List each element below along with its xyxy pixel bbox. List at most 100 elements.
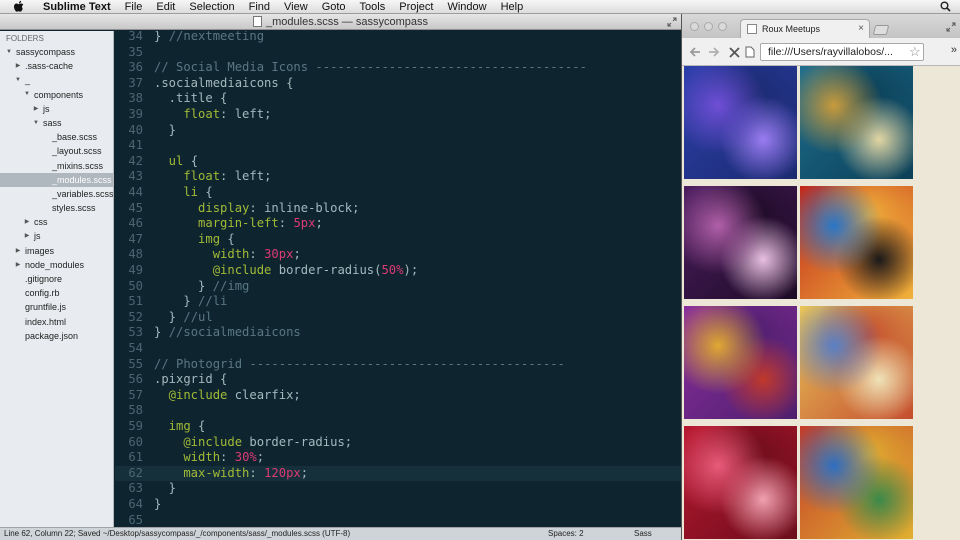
- code-line[interactable]: 50 } //img: [115, 279, 681, 295]
- menu-edit[interactable]: Edit: [149, 0, 182, 14]
- tree-folder[interactable]: ▶ js: [0, 229, 113, 243]
- browser-tab[interactable]: Roux Meetups ×: [740, 19, 870, 38]
- tree-file[interactable]: gruntfile.js: [0, 300, 113, 314]
- code-line[interactable]: 41: [115, 138, 681, 154]
- code-line[interactable]: 37 .socialmediaicons {: [115, 76, 681, 92]
- disclosure-closed-icon[interactable]: ▶: [23, 229, 31, 243]
- tree-file[interactable]: styles.scss: [0, 201, 113, 215]
- tree-folder[interactable]: ▼ sass: [0, 116, 113, 130]
- tree-file[interactable]: _modules.scss: [0, 172, 113, 187]
- disclosure-open-icon[interactable]: ▼: [23, 88, 31, 102]
- tab-close-icon[interactable]: ×: [858, 23, 864, 34]
- code-line[interactable]: 53} //socialmediaicons: [115, 325, 681, 341]
- menu-find[interactable]: Find: [242, 0, 277, 14]
- toolbar-overflow-icon[interactable]: »: [951, 44, 957, 56]
- code-line[interactable]: 38 .title {: [115, 91, 681, 107]
- code-line[interactable]: 61 width: 30%;: [115, 450, 681, 466]
- fullscreen-icon[interactable]: [946, 19, 956, 32]
- code-line[interactable]: 54: [115, 341, 681, 357]
- disclosure-open-icon[interactable]: ▼: [32, 116, 40, 130]
- code-line[interactable]: 57 @include clearfix;: [115, 388, 681, 404]
- new-tab-button[interactable]: [872, 25, 890, 35]
- tree-file[interactable]: _layout.scss: [0, 144, 113, 158]
- tree-folder[interactable]: ▶ css: [0, 215, 113, 229]
- disclosure-closed-icon[interactable]: ▶: [14, 258, 22, 272]
- code-token: }: [154, 31, 169, 43]
- spotlight-search-icon[interactable]: [938, 0, 952, 14]
- code-line[interactable]: 51 } //li: [115, 294, 681, 310]
- code-line[interactable]: 55 // Photogrid -------------------------…: [115, 357, 681, 373]
- tree-folder[interactable]: ▼ components: [0, 88, 113, 102]
- menu-view[interactable]: View: [277, 0, 315, 14]
- tree-file[interactable]: .gitignore: [0, 272, 113, 286]
- tree-file[interactable]: package.json: [0, 329, 113, 343]
- tree-file[interactable]: _mixins.scss: [0, 159, 113, 173]
- disclosure-open-icon[interactable]: ▼: [14, 73, 22, 87]
- minimize-window-button[interactable]: [704, 22, 713, 31]
- code-line[interactable]: 65: [115, 513, 681, 527]
- code-line[interactable]: 48 width: 30px;: [115, 247, 681, 263]
- fullscreen-icon[interactable]: [667, 17, 677, 27]
- code-line[interactable]: 36 // Social Media Icons ----------------…: [115, 60, 681, 76]
- code-line[interactable]: 42 ul {: [115, 154, 681, 170]
- tree-folder[interactable]: ▶ images: [0, 244, 113, 258]
- tree-file[interactable]: config.rb: [0, 286, 113, 300]
- code-line[interactable]: 46 margin-left: 5px;: [115, 216, 681, 232]
- tree-file[interactable]: _base.scss: [0, 130, 113, 144]
- tree-folder[interactable]: ▼ _: [0, 73, 113, 87]
- code-line[interactable]: 39 float: left;: [115, 107, 681, 123]
- menu-goto[interactable]: Goto: [315, 0, 353, 14]
- menu-window[interactable]: Window: [440, 0, 493, 14]
- code-line[interactable]: 56 .pixgrid {: [115, 372, 681, 388]
- line-number: 40: [128, 122, 143, 137]
- menu-app-name[interactable]: Sublime Text: [36, 0, 118, 14]
- forward-arrow-icon[interactable]: [706, 44, 722, 60]
- disclosure-closed-icon[interactable]: ▶: [32, 102, 40, 116]
- menu-project[interactable]: Project: [392, 0, 440, 14]
- code-line[interactable]: 64}: [115, 497, 681, 513]
- code-line[interactable]: 63 }: [115, 481, 681, 497]
- menu-file[interactable]: File: [118, 0, 150, 14]
- disclosure-open-icon[interactable]: ▼: [5, 45, 13, 59]
- tree-file[interactable]: _variables.scss: [0, 187, 113, 201]
- disclosure-closed-icon[interactable]: ▶: [14, 59, 22, 73]
- tree-folder[interactable]: ▶ node_modules: [0, 258, 113, 272]
- zoom-window-button[interactable]: [718, 22, 727, 31]
- line-number: 39: [128, 107, 143, 121]
- tree-file[interactable]: index.html: [0, 315, 113, 329]
- code-line[interactable]: 52 } //ul: [115, 310, 681, 326]
- code-editor[interactable]: 34} //nextmeeting 35 36// Social Media Ico…: [115, 31, 681, 527]
- apple-icon[interactable]: [13, 0, 26, 13]
- code-line[interactable]: 49 @include border-radius(50%);: [115, 263, 681, 279]
- bookmark-star-icon[interactable]: ☆: [909, 44, 921, 60]
- address-bar[interactable]: file:///Users/rayvillalobos/...: [760, 43, 924, 61]
- menu-help[interactable]: Help: [494, 0, 531, 14]
- indentation-setting[interactable]: Spaces: 2: [548, 528, 584, 540]
- code-line[interactable]: 45 display: inline-block;: [115, 201, 681, 217]
- code-text: .socialmediaicons {: [154, 76, 293, 92]
- code-line[interactable]: 62 max-width: 120px;: [115, 465, 681, 482]
- menu-selection[interactable]: Selection: [182, 0, 241, 14]
- code-line[interactable]: 59 img {: [115, 419, 681, 435]
- code-line[interactable]: 44 li {: [115, 185, 681, 201]
- code-line[interactable]: 58: [115, 403, 681, 419]
- stop-loading-icon[interactable]: [726, 44, 742, 60]
- code-line[interactable]: 40 }: [115, 123, 681, 139]
- code-line[interactable]: 43 float: left;: [115, 169, 681, 185]
- back-arrow-icon[interactable]: [687, 44, 703, 60]
- code-text: @include border-radius(50%);: [154, 263, 418, 279]
- code-line[interactable]: 35: [115, 45, 681, 61]
- code-line[interactable]: 34} //nextmeeting: [115, 31, 681, 45]
- line-number: 61: [128, 450, 143, 465]
- code-line[interactable]: 60 @include border-radius;: [115, 435, 681, 451]
- tree-folder[interactable]: ▶ .sass-cache: [0, 59, 113, 73]
- syntax-setting[interactable]: Sass: [634, 528, 652, 540]
- code-line[interactable]: 47 img {: [115, 232, 681, 248]
- tree-folder[interactable]: ▶ js: [0, 102, 113, 116]
- tree-folder[interactable]: ▼ sassycompass: [0, 45, 113, 59]
- close-window-button[interactable]: [690, 22, 699, 31]
- disclosure-closed-icon[interactable]: ▶: [14, 244, 22, 258]
- disclosure-closed-icon[interactable]: ▶: [23, 215, 31, 229]
- menu-tools[interactable]: Tools: [353, 0, 393, 14]
- code-token: {: [183, 153, 199, 168]
